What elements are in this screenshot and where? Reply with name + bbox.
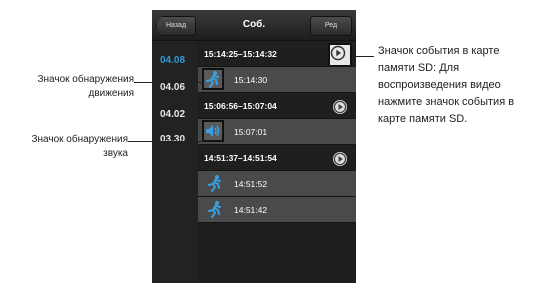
date-item[interactable]: 04.02 [152,105,198,125]
event-row-motion[interactable]: 14:51:42 [198,197,356,223]
event-list: 15:14:25–15:14:32 15:14:30 15:06:56–15:0… [198,41,356,283]
event-time: 14:51:42 [234,205,268,215]
event-time: 15:07:01 [234,127,268,137]
top-bar: Назад Соб. Ред [152,10,356,41]
sd-callout-line [352,56,374,57]
event-time: 14:51:52 [234,179,268,189]
running-person-icon [206,174,226,194]
date-item[interactable]: 04.06 [152,78,198,98]
motion-callout-line [134,82,204,83]
running-person-icon [206,200,226,220]
back-button[interactable]: Назад [156,16,196,36]
sd-callout-text: Значок события в карте памяти SD: Для во… [378,45,515,125]
date-list: 04.08 04.06 04.02 03.30 [152,41,198,283]
edit-button[interactable]: Ред [310,16,352,36]
date-item[interactable]: 03.30 [152,130,198,150]
event-time: 15:06:56–15:07:04 [204,101,277,111]
sound-callout-text: Значок обнаружения звука [31,134,128,159]
date-item[interactable]: 04.08 [152,51,198,71]
event-row-sd[interactable]: 15:06:56–15:07:04 [198,93,356,119]
speaker-icon [202,120,224,142]
running-person-icon [202,68,224,90]
event-row-sd[interactable]: 14:51:37–14:51:54 [198,145,356,171]
event-time: 15:14:30 [234,75,268,85]
event-row-motion[interactable]: 15:14:30 [198,67,356,93]
play-circle-icon[interactable] [332,151,348,167]
app-screen: Назад Соб. Ред 04.08 04.06 04.02 03.30 1… [152,10,356,283]
sound-callout-line [128,141,204,142]
event-time: 15:14:25–15:14:32 [204,49,277,59]
motion-callout-text: Значок обнаружения движения [37,74,134,99]
play-circle-icon[interactable] [328,43,352,67]
event-row-sd[interactable]: 15:14:25–15:14:32 [198,41,356,67]
event-row-sound[interactable]: 15:07:01 [198,119,356,145]
page-title: Соб. [242,19,266,30]
event-time: 14:51:37–14:51:54 [204,153,277,163]
event-row-motion[interactable]: 14:51:52 [198,171,356,197]
play-circle-icon[interactable] [332,99,348,115]
